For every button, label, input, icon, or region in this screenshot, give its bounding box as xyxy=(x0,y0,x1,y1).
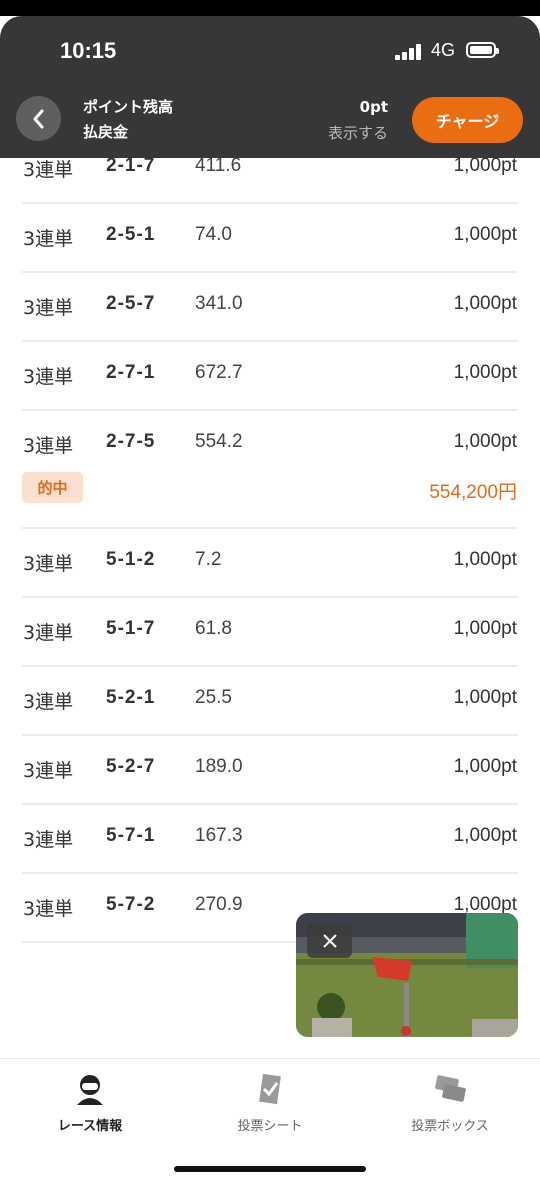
bet-odds: 270.9 xyxy=(195,894,243,915)
video-close-button[interactable] xyxy=(307,923,352,958)
tab-race-info-label: レース情報 xyxy=(57,1119,123,1134)
bet-row: 3連単 5-2-7 189.0 1,000pt xyxy=(0,736,540,805)
bet-type: 3連単 xyxy=(23,159,74,181)
bet-type: 3連単 xyxy=(23,829,74,851)
bet-type: 3連単 xyxy=(23,366,74,388)
bet-amount: 1,000pt xyxy=(453,825,517,846)
bet-combination: 5-1-2 xyxy=(106,549,156,570)
bet-combination: 2-5-1 xyxy=(106,224,156,245)
bet-type: 3連単 xyxy=(23,898,74,920)
tab-bet-box[interactable]: 投票ボックス xyxy=(360,1071,540,1141)
bet-odds: 167.3 xyxy=(195,825,243,846)
bet-amount: 1,000pt xyxy=(453,687,517,708)
bet-odds: 61.8 xyxy=(195,618,232,639)
bet-combination: 2-7-1 xyxy=(106,362,156,383)
tab-bet-box-label: 投票ボックス xyxy=(411,1119,489,1134)
bet-row: 3連単 2-7-5 554.2 1,000pt 的中 554,200円 xyxy=(0,411,540,529)
battery-icon xyxy=(466,42,499,58)
payout-amount: 554,200円 xyxy=(429,482,517,503)
bet-odds: 74.0 xyxy=(195,224,232,245)
bet-combination: 5-7-2 xyxy=(106,894,156,915)
bet-amount: 1,000pt xyxy=(453,155,517,176)
top-black-strip xyxy=(0,0,540,16)
live-video-player[interactable] xyxy=(296,913,518,1037)
tab-race-info[interactable]: レース情報 xyxy=(0,1071,180,1141)
status-time: 10:15 xyxy=(60,38,117,63)
bet-combination: 2-7-5 xyxy=(106,431,156,452)
bet-amount: 1,000pt xyxy=(453,224,517,245)
jockey-icon xyxy=(77,1075,103,1105)
bet-type: 3連単 xyxy=(23,691,74,713)
bet-row: 3連単 5-7-1 167.3 1,000pt xyxy=(0,805,540,874)
bet-row: 3連単 5-1-2 7.2 1,000pt xyxy=(0,529,540,598)
bet-odds: 672.7 xyxy=(195,362,243,383)
balance-label: ポイント残高 xyxy=(83,98,174,116)
bet-combination: 5-2-7 xyxy=(106,756,156,777)
bet-combination: 2-5-7 xyxy=(106,293,156,314)
bet-combination: 2-1-7 xyxy=(106,155,156,176)
bet-row: 3連単 5-1-7 61.8 1,000pt xyxy=(0,598,540,667)
bet-combination: 5-7-1 xyxy=(106,825,156,846)
bet-odds: 7.2 xyxy=(195,549,222,570)
tab-bet-sheet-label: 投票シート xyxy=(237,1119,303,1134)
network-label: 4G xyxy=(431,40,456,60)
bet-type: 3連単 xyxy=(23,435,74,457)
bet-row: 3連単 2-5-7 341.0 1,000pt xyxy=(0,273,540,342)
bet-amount: 1,000pt xyxy=(453,549,517,570)
bet-row: 3連単 5-2-1 25.5 1,000pt xyxy=(0,667,540,736)
bet-row: 3連単 2-1-7 411.6 1,000pt xyxy=(0,135,540,204)
bet-row: 3連単 2-7-1 672.7 1,000pt xyxy=(0,342,540,411)
bet-combination: 5-1-7 xyxy=(106,618,156,639)
home-indicator xyxy=(174,1166,366,1172)
bet-type: 3連単 xyxy=(23,228,74,250)
bet-odds: 189.0 xyxy=(195,756,243,777)
bet-odds: 411.6 xyxy=(195,155,242,176)
signal-icon xyxy=(395,44,423,60)
bet-amount: 1,000pt xyxy=(453,431,517,452)
balance-value: 0pt xyxy=(359,98,388,116)
bet-amount: 1,000pt xyxy=(453,756,517,777)
bet-amount: 1,000pt xyxy=(453,293,517,314)
bet-amount: 1,000pt xyxy=(453,618,517,639)
tab-bet-sheet[interactable]: 投票シート xyxy=(180,1071,360,1141)
bet-combination: 5-2-1 xyxy=(106,687,156,708)
close-icon xyxy=(322,933,337,948)
bet-type: 3連単 xyxy=(23,553,74,575)
checkmark-sheet-icon xyxy=(259,1073,281,1105)
hit-badge: 的中 xyxy=(22,472,83,503)
bet-type: 3連単 xyxy=(23,297,74,319)
bet-amount: 1,000pt xyxy=(453,362,517,383)
bet-type: 3連単 xyxy=(23,622,74,644)
tickets-icon xyxy=(435,1075,466,1102)
bet-odds: 554.2 xyxy=(195,431,243,452)
bet-list: 3連単 2-1-7 411.6 1,000pt 3連単 2-5-1 74.0 1,000pt 3… xyxy=(0,137,540,943)
bet-type: 3連単 xyxy=(23,760,74,782)
bet-odds: 341.0 xyxy=(195,293,243,314)
bottom-tab-bar: レース情報 投票シート 投票ボックス xyxy=(0,1058,540,1200)
bet-odds: 25.5 xyxy=(195,687,232,708)
bet-row: 3連単 2-5-1 74.0 1,000pt xyxy=(0,204,540,273)
chevron-left-icon xyxy=(33,109,43,128)
